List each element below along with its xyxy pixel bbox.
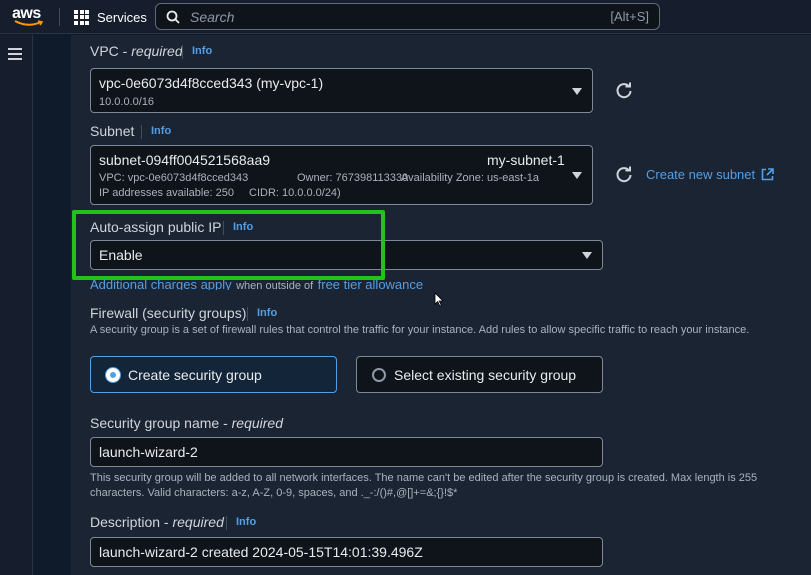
search-shortcut: [Alt+S]: [610, 9, 649, 24]
subnet-detail-vpc: VPC: vpc-0e6073d4f8cced343: [99, 172, 249, 184]
chevron-down-icon: [572, 172, 582, 179]
vpc-select[interactable]: vpc-0e6073d4f8cced343 (my-vpc-1) 10.0.0.…: [90, 68, 593, 113]
create-security-group-label: Create security group: [128, 366, 262, 383]
aws-smile-icon: [14, 20, 44, 26]
chevron-down-icon: [572, 88, 582, 95]
subnet-select[interactable]: subnet-094ff004521568aa9 my-subnet-1 VPC…: [90, 145, 593, 205]
subnet-detail-cidr: CIDR: 10.0.0.0/24): [249, 187, 341, 199]
vpc-select-value: vpc-0e6073d4f8cced343 (my-vpc-1): [99, 75, 324, 91]
refresh-vpc-icon[interactable]: [615, 82, 633, 100]
sg-name-help: This security group will be added to all…: [90, 472, 758, 499]
description-value: launch-wizard-2 created 2024-05-15T14:01…: [99, 544, 423, 560]
info-separator: [226, 516, 227, 530]
sg-name-value: launch-wizard-2: [99, 444, 198, 460]
create-new-subnet-label: Create new subnet: [646, 167, 756, 182]
subnet-select-value: subnet-094ff004521568aa9: [99, 152, 271, 168]
create-new-subnet-link[interactable]: Create new subnet: [646, 167, 774, 182]
subnet-info-link[interactable]: Info: [151, 125, 171, 137]
external-link-icon: [761, 168, 774, 181]
subnet-name: my-subnet-1: [487, 152, 565, 168]
description-label: Description - required: [90, 514, 224, 530]
refresh-subnet-icon[interactable]: [615, 166, 633, 184]
services-menu-button[interactable]: Services: [74, 7, 147, 27]
search-input[interactable]: Search [Alt+S]: [155, 3, 660, 30]
description-info-link[interactable]: Info: [236, 516, 256, 528]
info-separator: [182, 45, 183, 59]
services-grid-icon: [74, 9, 89, 25]
subnet-detail-owner: Owner: 767398113330: [297, 172, 409, 184]
side-navigation: [0, 35, 33, 575]
sg-name-label: Security group name - required: [90, 415, 284, 431]
search-icon: [166, 10, 180, 24]
search-placeholder: Search: [190, 8, 235, 25]
select-existing-security-group-label: Select existing security group: [394, 366, 577, 383]
top-navigation-bar: aws Services Search [Alt+S]: [0, 0, 811, 34]
vpc-cidr: 10.0.0.0/16: [99, 96, 155, 108]
menu-hamburger-icon[interactable]: [8, 48, 22, 63]
topbar-divider: [59, 8, 60, 26]
radio-selected-icon: [106, 367, 120, 382]
select-existing-security-group-option[interactable]: Select existing security group: [356, 356, 603, 393]
info-separator: [141, 125, 142, 139]
info-separator: [247, 307, 248, 321]
firewall-info-link[interactable]: Info: [257, 307, 277, 319]
vpc-label: VPC - required: [90, 43, 183, 59]
aws-logo[interactable]: aws: [12, 5, 46, 29]
subnet-detail-ips: IP addresses available: 250: [99, 187, 234, 199]
description-input[interactable]: launch-wizard-2 created 2024-05-15T14:01…: [90, 537, 603, 567]
sg-name-input[interactable]: launch-wizard-2: [90, 437, 603, 467]
subnet-detail-az: Availability Zone: us-east-1a: [401, 172, 539, 184]
subnet-label: Subnet: [90, 123, 135, 139]
firewall-description: A security group is a set of firewall ru…: [90, 324, 750, 336]
vpc-info-link[interactable]: Info: [192, 45, 212, 57]
radio-unselected-icon: [372, 367, 386, 382]
services-label: Services: [97, 9, 147, 25]
firewall-label: Firewall (security groups): [90, 305, 247, 321]
create-security-group-option[interactable]: Create security group: [90, 356, 337, 393]
mouse-cursor-icon: [434, 292, 444, 307]
highlight-box: [72, 210, 385, 280]
charges-note-mid: when outside of: [236, 280, 314, 290]
chevron-down-icon: [582, 252, 592, 259]
